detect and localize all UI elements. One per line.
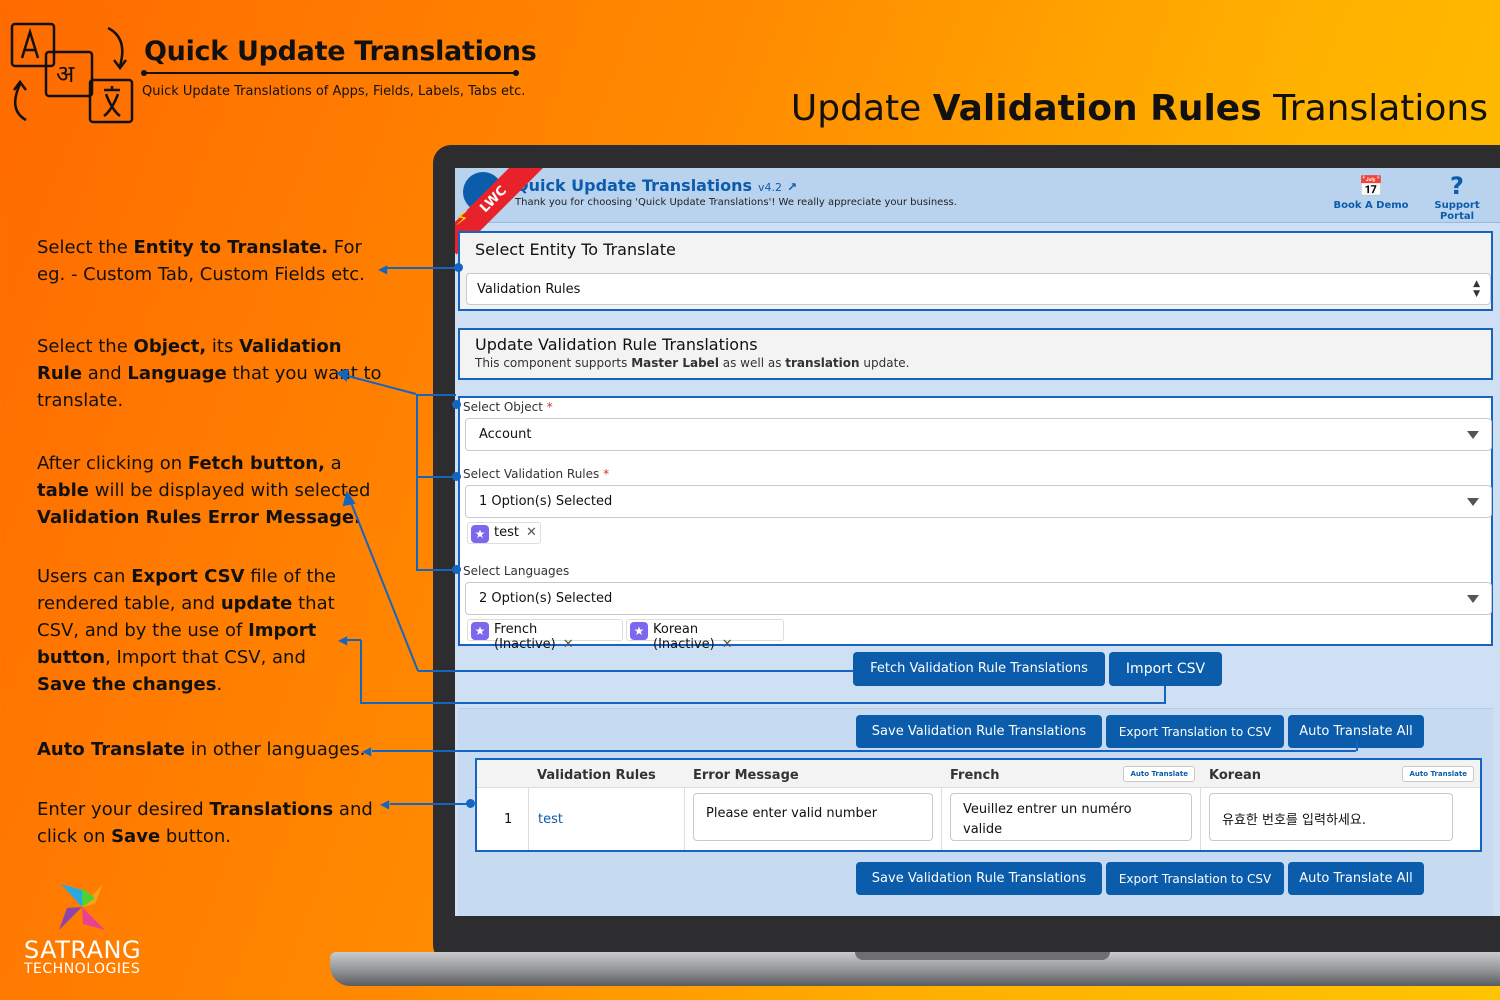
arrow-translations: ◀ [380,797,390,811]
save-button-top[interactable]: Save Validation Rule Translations [856,715,1102,748]
language-pill-korean[interactable]: ★ Korean (Inactive) ✕ [626,619,784,652]
external-link-icon[interactable]: ↗ [787,180,797,194]
connector-diagonals [335,368,419,672]
remove-icon[interactable]: ✕ [563,637,574,652]
connector-import-up [1164,686,1166,703]
korean-cell: 유효한 번호를 입력하세요. [1201,788,1480,850]
fetch-button[interactable]: Fetch Validation Rule Translations [853,652,1105,686]
entity-select[interactable]: Validation Rules ▲ ▼ [466,273,1491,305]
brand-title: Quick Update Translations [144,36,537,67]
remove-icon[interactable]: ✕ [722,637,733,652]
auto-translate-korean-button[interactable]: Auto Translate [1402,766,1474,782]
note-auto-translate: Auto Translate in other languages. [37,739,366,760]
app-version: v4.2 [758,181,783,194]
korean-textarea[interactable]: 유효한 번호를 입력하세요. [1209,793,1453,841]
connector-auto-up [1356,742,1358,751]
caret-down-icon [1467,498,1479,506]
translation-table: Validation Rules Error Message French Aut… [475,758,1482,852]
french-cell: Veuillez entrer un numéro valide [942,788,1201,850]
update-desc: This component supports Master Label as … [475,356,910,370]
auto-translate-french-button[interactable]: Auto Translate [1123,766,1195,782]
table-header-error: Error Message [685,760,942,788]
table-header-rules: Validation Rules [529,760,685,788]
table-header-french: French Auto Translate [942,760,1201,788]
rule-link[interactable]: test [529,788,685,850]
entity-card: Select Entity To Translate Validation Ru… [458,231,1493,311]
update-card: Update Validation Rule Translations This… [458,328,1493,380]
export-button-bottom[interactable]: Export Translation to CSV [1106,862,1284,895]
note-export: Users can Export CSV file of the rendere… [37,566,336,695]
logo-name: SATRANG [24,936,142,964]
arrow-entity: ◀ [378,262,388,276]
table-header-index [477,760,529,788]
connector-translations [390,803,470,805]
laptop-notch [855,952,1110,960]
french-textarea[interactable]: Veuillez entrer un numéro valide [950,793,1192,841]
page-headline: Update Validation Rules Translations [790,88,1488,129]
auto-translate-all-button-bottom[interactable]: Auto Translate All [1288,862,1424,895]
save-button-bottom[interactable]: Save Validation Rule Translations [856,862,1102,895]
app-header: Quick Update Translations v4.2 ↗ Thank you… [455,168,1500,223]
import-csv-button[interactable]: Import CSV [1109,652,1222,686]
app-thanks-text: Thank you for choosing 'Quick Update Tra… [515,197,957,208]
connector-dot [466,799,475,808]
svg-text:अ: अ [56,60,75,88]
arrow-auto: ◀ [362,744,372,758]
question-icon: ? [1450,172,1464,200]
connector-import-top [346,639,361,641]
note-entity: Select the Entity to Translate. For eg. … [37,237,365,285]
app-screen: Quick Update Translations v4.2 ↗ Thank you… [455,168,1500,916]
lightning-icon: ⚡ [455,206,470,230]
connector-auto [372,750,1356,752]
row-index: 1 [477,788,529,850]
app-title[interactable]: Quick Update Translations v4.2 ↗ [515,176,797,195]
brand-underline [141,70,519,76]
support-portal-button[interactable]: ? Support Portal [1417,172,1497,222]
brand-subtitle: Quick Update Translations of Apps, Field… [142,84,526,99]
satrang-logo-icon [59,884,105,930]
connector-entity [386,267,458,269]
object-combobox[interactable]: Account [465,418,1492,451]
connector-fetch [418,670,854,672]
calendar-icon: 📅 [1358,174,1384,198]
updown-icon: ▲ ▼ [1473,279,1480,299]
entity-title: Select Entity To Translate [475,240,676,259]
translate-logo-icon: अ [10,22,134,124]
note-translations: Enter your desired Translations and clic… [37,799,373,847]
export-button-top[interactable]: Export Translation to CSV [1106,715,1284,748]
form-card: Select Object * Account Select Validatio… [458,396,1493,652]
connector-import-h [360,702,1166,704]
caret-down-icon [1467,595,1479,603]
error-textarea[interactable]: Please enter valid number [693,793,933,841]
logo-subtitle: TECHNOLOGIES [24,961,141,977]
error-cell: Please enter valid number [685,788,942,850]
update-title: Update Validation Rule Translations [475,335,758,354]
connector-dot [454,263,463,272]
star-icon: ★ [630,622,648,640]
arrow-import: ◀ [338,633,348,647]
rules-combobox[interactable]: 1 Option(s) Selected [465,485,1492,518]
connector-import-v [360,640,362,703]
table-header-korean: Korean Auto Translate [1201,760,1480,788]
languages-combobox[interactable]: 2 Option(s) Selected [465,582,1492,615]
book-demo-button[interactable]: 📅 Book A Demo [1333,172,1409,211]
caret-down-icon [1467,431,1479,439]
